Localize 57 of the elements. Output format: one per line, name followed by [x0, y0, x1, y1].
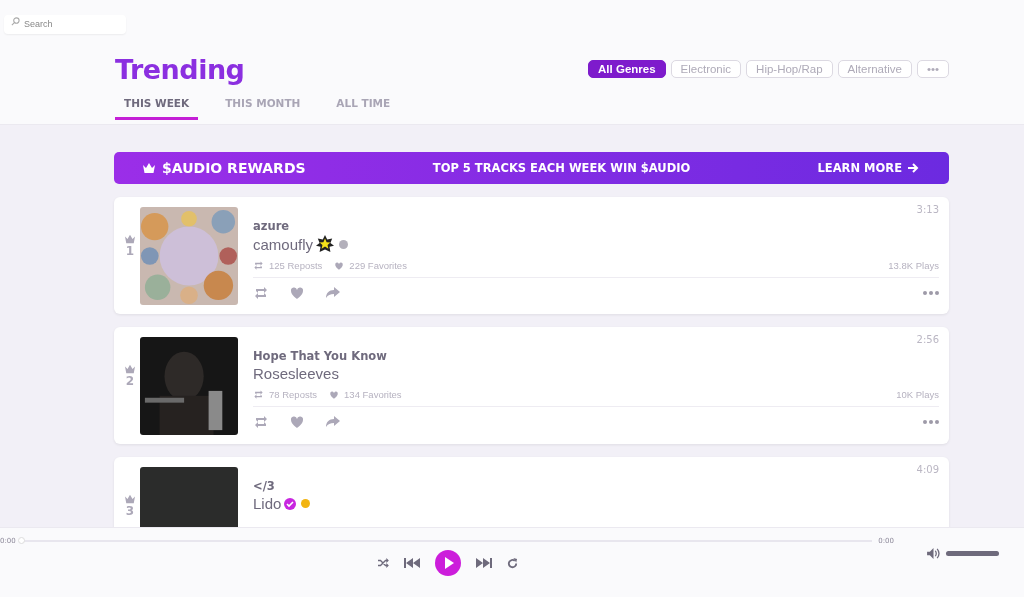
crown-icon [124, 364, 136, 374]
favorite-count[interactable]: 229 Favorites [349, 260, 407, 271]
genre-pill[interactable]: ••• [916, 60, 949, 78]
rank-number: 3 [125, 504, 135, 518]
rank-number: 2 [125, 374, 135, 388]
genre-pill[interactable]: Hip-Hop/Rap [746, 60, 833, 78]
repost-icon[interactable] [253, 285, 269, 301]
repost-count[interactable]: 125 Reposts [269, 260, 323, 271]
volume-icon[interactable] [927, 548, 940, 559]
verified-icon [284, 497, 297, 510]
rank-number: 1 [125, 244, 135, 258]
track-duration: 2:56 [916, 334, 939, 347]
play-count: 13.8K Plays [888, 260, 939, 271]
track-title[interactable]: </3 [253, 479, 311, 493]
arrow-icon [907, 163, 919, 173]
volume-slider[interactable] [946, 551, 999, 556]
artist-name[interactable]: camoufly [253, 235, 314, 253]
play-icon [443, 557, 454, 569]
crown-icon [142, 162, 156, 174]
heart-icon[interactable] [289, 414, 305, 430]
repost-icon[interactable] [253, 414, 269, 430]
repeat-icon[interactable] [506, 557, 518, 569]
repost-count[interactable]: 78 Reposts [269, 389, 318, 400]
shuffle-icon[interactable] [376, 558, 389, 568]
heart-icon [334, 260, 345, 271]
banner-message: TOP 5 TRACKS EACH WEEK WIN $AUDIO [432, 161, 691, 175]
tab[interactable]: ALL TIME [327, 95, 400, 120]
track-duration: 3:13 [916, 204, 939, 217]
track-title[interactable]: azure [253, 219, 349, 233]
crown-icon [124, 234, 136, 244]
favorite-count[interactable]: 134 Favorites [344, 389, 402, 400]
play-count: 10K Plays [896, 389, 939, 400]
artist-name[interactable]: Rosesleeves [253, 365, 339, 382]
track-title[interactable]: Hope That You Know [253, 349, 387, 363]
genre-pill[interactable]: Alternative [837, 60, 912, 78]
search-field[interactable]: Search [4, 14, 126, 34]
track-duration: 4:09 [916, 464, 939, 477]
learn-more-link[interactable]: LEARN MORE [817, 161, 919, 175]
crown-icon [124, 494, 136, 504]
more-icon[interactable] [923, 420, 939, 424]
previous-icon[interactable] [403, 558, 420, 568]
play-button[interactable] [434, 550, 461, 576]
tab[interactable]: THIS WEEK [115, 95, 199, 120]
progress-handle[interactable] [17, 537, 25, 544]
tab[interactable]: THIS MONTH [216, 95, 310, 120]
heart-icon[interactable] [289, 285, 305, 301]
heart-icon [329, 389, 340, 400]
next-icon[interactable] [475, 558, 492, 568]
genre-pill[interactable]: All Genres [588, 60, 666, 78]
banner-title: $AUDIO REWARDS [162, 160, 306, 176]
more-icon[interactable] [923, 291, 939, 295]
repost-icon [253, 260, 264, 271]
artist-name[interactable]: Lido [253, 495, 282, 512]
repost-icon [253, 389, 264, 400]
star-badge-icon [316, 235, 335, 253]
page-title: Trending [115, 53, 246, 87]
genre-pill[interactable]: Electronic [670, 60, 742, 78]
